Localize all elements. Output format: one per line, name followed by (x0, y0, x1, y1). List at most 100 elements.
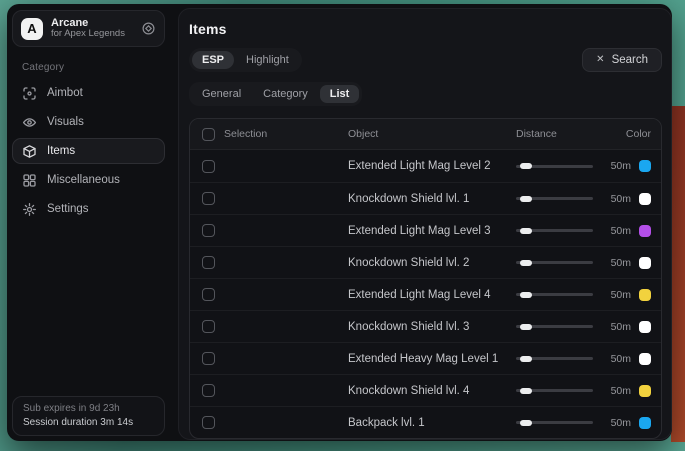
tab-category[interactable]: Category (253, 85, 318, 103)
view-tab-group: GeneralCategoryList (189, 82, 362, 106)
sidebar-item-aimbot[interactable]: Aimbot (12, 80, 165, 106)
row-object-label: Knockdown Shield lvl. 2 (348, 257, 508, 269)
app-subtitle: for Apex Legends (51, 29, 133, 40)
backdrop-red-strip (671, 106, 685, 442)
row-color-swatch[interactable] (639, 417, 651, 429)
select-all-checkbox[interactable] (202, 128, 215, 141)
tab-list[interactable]: List (320, 85, 360, 103)
table-row: Extended Light Mag Level 2 50m (190, 150, 661, 182)
main-panel: Items ESPHighlight ✕ Search GeneralCateg… (178, 8, 672, 440)
header-distance: Distance (516, 128, 593, 140)
row-distance-value: 50m (611, 289, 631, 301)
row-checkbox[interactable] (202, 224, 215, 237)
search-button-label: Search (612, 54, 648, 66)
header-color: Color (626, 128, 651, 140)
row-color-swatch[interactable] (639, 257, 651, 269)
row-checkbox[interactable] (202, 160, 215, 173)
row-color-swatch[interactable] (639, 289, 651, 301)
row-object-label: Extended Light Mag Level 2 (348, 160, 508, 172)
table-row: Knockdown Shield lvl. 2 50m (190, 246, 661, 278)
sidebar-nav: Aimbot Visuals Items Miscellaneous Setti… (7, 80, 170, 222)
slider-handle[interactable] (520, 324, 532, 330)
sidebar: A Arcane for Apex Legends Category Aimbo… (7, 4, 170, 441)
table-row: Knockdown Shield lvl. 1 50m (190, 182, 661, 214)
row-distance-slider[interactable] (516, 197, 593, 200)
row-checkbox[interactable] (202, 256, 215, 269)
picker-icon[interactable] (141, 21, 156, 36)
table-row: Knockdown Shield lvl. 4 50m (190, 374, 661, 406)
subscription-info: Sub expires in 9d 23h Session duration 3… (12, 396, 165, 436)
row-color-swatch[interactable] (639, 225, 651, 237)
row-distance-slider[interactable] (516, 325, 593, 328)
row-color-swatch[interactable] (639, 160, 651, 172)
sidebar-item-miscellaneous[interactable]: Miscellaneous (12, 167, 165, 193)
tab-highlight[interactable]: Highlight (236, 51, 299, 69)
slider-handle[interactable] (520, 196, 532, 202)
sidebar-item-label: Miscellaneous (47, 174, 120, 186)
row-color-swatch[interactable] (639, 193, 651, 205)
row-object-label: Knockdown Shield lvl. 1 (348, 193, 508, 205)
slider-handle[interactable] (520, 420, 532, 426)
row-checkbox[interactable] (202, 384, 215, 397)
app-logo: A (21, 18, 43, 40)
sidebar-item-visuals[interactable]: Visuals (12, 109, 165, 135)
row-object-label: Extended Light Mag Level 4 (348, 289, 508, 301)
sidebar-item-settings[interactable]: Settings (12, 196, 165, 222)
row-distance-slider[interactable] (516, 421, 593, 424)
slider-handle[interactable] (520, 163, 532, 169)
row-distance-slider[interactable] (516, 293, 593, 296)
sidebar-item-label: Aimbot (47, 87, 83, 99)
slider-handle[interactable] (520, 292, 532, 298)
sidebar-item-label: Items (47, 145, 75, 157)
row-distance-value: 50m (611, 417, 631, 429)
row-checkbox[interactable] (202, 416, 215, 429)
row-distance-slider[interactable] (516, 357, 593, 360)
app-window: A Arcane for Apex Legends Category Aimbo… (7, 4, 672, 441)
row-object-label: Knockdown Shield lvl. 4 (348, 385, 508, 397)
row-distance-value: 50m (611, 193, 631, 205)
package-icon (22, 144, 37, 159)
table-row: Knockdown Shield lvl. 3 50m (190, 310, 661, 342)
gear-icon (22, 202, 37, 217)
slider-handle[interactable] (520, 228, 532, 234)
mode-tab-group: ESPHighlight (189, 48, 302, 72)
row-color-swatch[interactable] (639, 353, 651, 365)
table-row: Extended Heavy Mag Level 1 50m (190, 342, 661, 374)
tab-general[interactable]: General (192, 85, 251, 103)
sidebar-item-label: Visuals (47, 116, 84, 128)
row-object-label: Extended Heavy Mag Level 1 (348, 353, 508, 365)
row-checkbox[interactable] (202, 288, 215, 301)
search-button[interactable]: ✕ Search (582, 48, 662, 72)
items-table: Selection Object Distance Color Extended… (189, 118, 662, 439)
table-row: Backpack lvl. 1 50m (190, 406, 661, 438)
row-distance-slider[interactable] (516, 389, 593, 392)
table-row: Extended Light Mag Level 4 50m (190, 278, 661, 310)
slider-handle[interactable] (520, 260, 532, 266)
crosshair-icon (22, 86, 37, 101)
eye-icon (22, 115, 37, 130)
session-duration-text: Session duration 3m 14s (23, 417, 154, 428)
row-checkbox[interactable] (202, 352, 215, 365)
row-color-swatch[interactable] (639, 385, 651, 397)
tab-esp[interactable]: ESP (192, 51, 234, 69)
row-object-label: Extended Light Mag Level 3 (348, 225, 508, 237)
slider-handle[interactable] (520, 388, 532, 394)
row-distance-value: 50m (611, 225, 631, 237)
row-color-swatch[interactable] (639, 321, 651, 333)
row-distance-slider[interactable] (516, 261, 593, 264)
table-header-row: Selection Object Distance Color (190, 119, 661, 150)
table-row: Extended Light Mag Level 3 50m (190, 214, 661, 246)
row-distance-value: 50m (611, 385, 631, 397)
sidebar-item-items[interactable]: Items (12, 138, 165, 164)
category-section-label: Category (22, 62, 170, 73)
row-distance-value: 50m (611, 160, 631, 172)
row-distance-slider[interactable] (516, 229, 593, 232)
row-distance-slider[interactable] (516, 165, 593, 168)
x-icon: ✕ (596, 55, 604, 65)
header-selection: Selection (224, 128, 340, 140)
page-title: Items (189, 21, 662, 37)
row-checkbox[interactable] (202, 192, 215, 205)
sidebar-item-label: Settings (47, 203, 89, 215)
row-checkbox[interactable] (202, 320, 215, 333)
slider-handle[interactable] (520, 356, 532, 362)
